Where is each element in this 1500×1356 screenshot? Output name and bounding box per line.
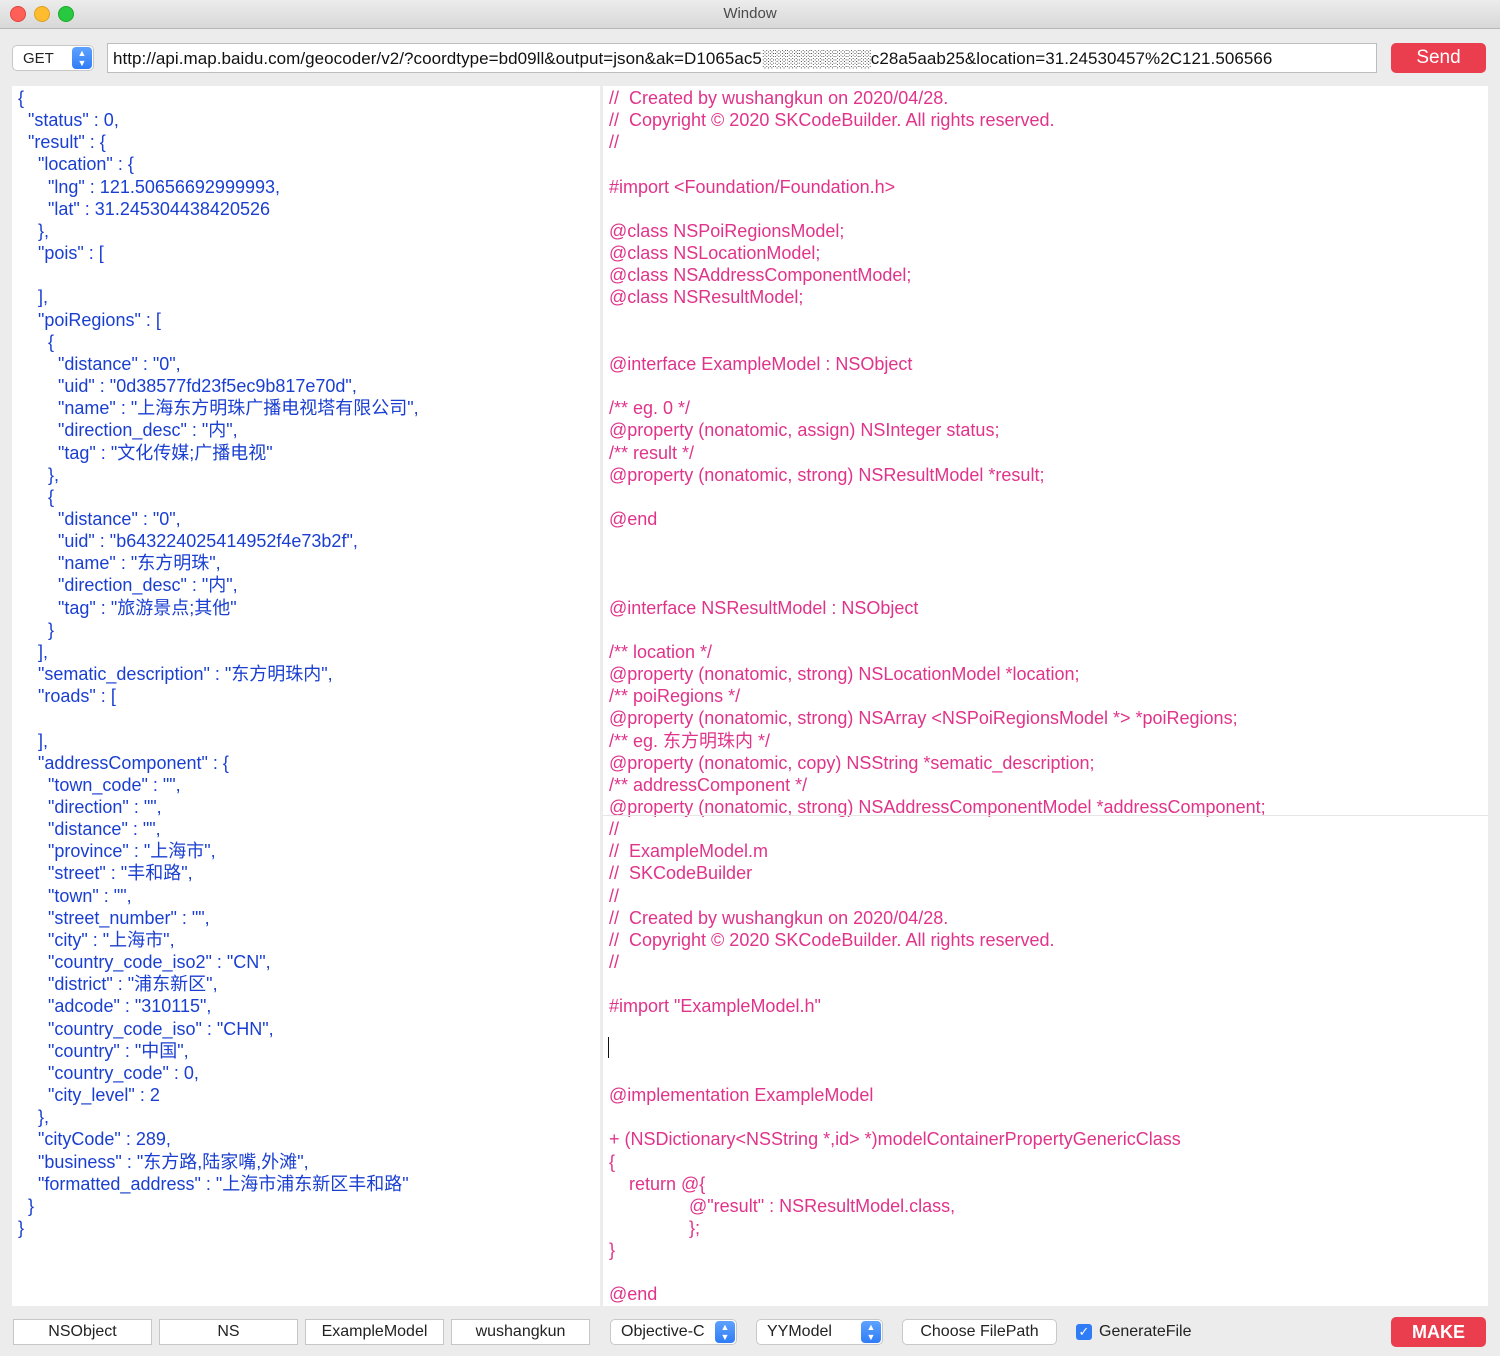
framework-value: YYModel (767, 1323, 832, 1340)
code-section-divider (603, 815, 1488, 816)
chevron-updown-icon: ▲ ▼ (715, 1321, 735, 1343)
json-response-editor[interactable]: { "status" : 0, "result" : { "location" … (12, 86, 600, 1306)
url-value: http://api.map.baidu.com/geocoder/v2/?co… (113, 49, 1273, 68)
url-input[interactable]: http://api.map.baidu.com/geocoder/v2/?co… (107, 43, 1377, 73)
http-method-select[interactable]: GET ▲ ▼ (12, 45, 94, 71)
text-cursor (608, 1037, 609, 1058)
http-method-value: GET (23, 50, 54, 67)
generate-file-checkbox[interactable]: ✓ (1076, 1324, 1092, 1340)
chevron-updown-icon: ▲ ▼ (72, 47, 92, 69)
model-name-field[interactable]: ExampleModel (305, 1319, 444, 1345)
window-titlebar: Window (0, 0, 1500, 29)
class-prefix-field[interactable]: NS (159, 1319, 298, 1345)
generated-code-editor[interactable]: // Created by wushangkun on 2020/04/28. … (603, 86, 1488, 1306)
framework-select[interactable]: YYModel ▲ ▼ (756, 1319, 883, 1345)
window-title: Window (723, 5, 777, 22)
send-button[interactable]: Send (1391, 43, 1486, 73)
chevron-updown-icon: ▲ ▼ (861, 1321, 881, 1343)
generated-code-text[interactable]: // Created by wushangkun on 2020/04/28. … (609, 87, 1266, 1306)
generate-file-label[interactable]: GenerateFile (1099, 1323, 1192, 1341)
super-class-field[interactable]: NSObject (13, 1319, 152, 1345)
json-response-text[interactable]: { "status" : 0, "result" : { "location" … (18, 87, 419, 1239)
author-field[interactable]: wushangkun (451, 1319, 590, 1345)
language-select[interactable]: Objective-C ▲ ▼ (610, 1319, 737, 1345)
choose-filepath-button[interactable]: Choose FilePath (902, 1319, 1057, 1345)
language-value: Objective-C (621, 1323, 705, 1340)
make-button[interactable]: MAKE (1391, 1317, 1486, 1347)
